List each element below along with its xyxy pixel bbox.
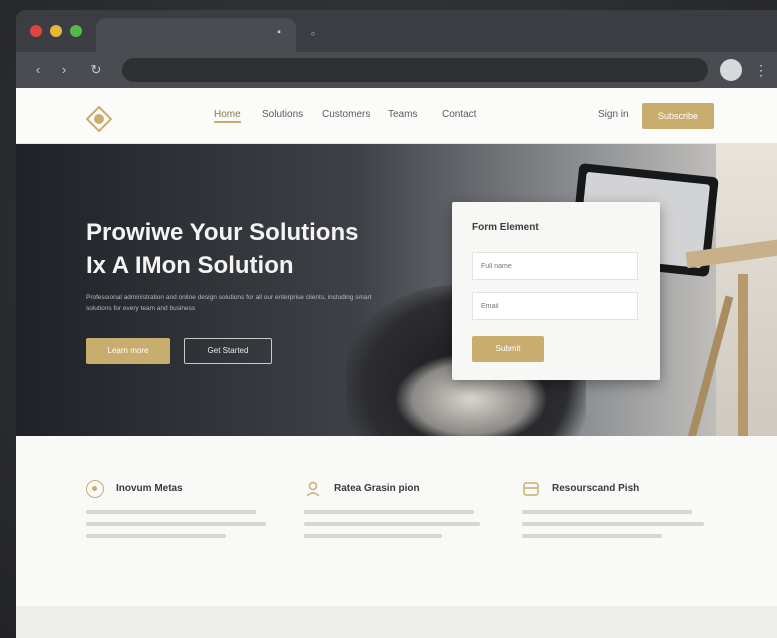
- browser-toolbar: ‹ › ↻ ⋮: [16, 52, 777, 88]
- minimize-window-button[interactable]: [50, 25, 62, 37]
- close-window-button[interactable]: [30, 25, 42, 37]
- nav-item-home[interactable]: Home: [214, 109, 241, 123]
- feature-card: Inovum Metas: [86, 480, 276, 580]
- contact-form-card: Form Element Submit: [452, 202, 660, 380]
- nav-item-teams[interactable]: Teams: [388, 109, 417, 123]
- footer-band: [16, 606, 777, 638]
- feature-title: Resourscand Pish: [552, 483, 640, 494]
- browser-window: ▪ ◦ ‹ › ↻ ⋮ Home Solutions Customers Tea…: [16, 10, 777, 638]
- browser-tab[interactable]: ▪: [96, 18, 296, 52]
- feature-card: Resourscand Pish: [522, 480, 712, 580]
- browser-menu-icon[interactable]: ⋮: [754, 60, 768, 80]
- hero-title: Prowiwe Your Solutions Ix A IMon Solutio…: [86, 219, 359, 279]
- back-icon[interactable]: ‹: [30, 62, 46, 78]
- tab-close-icon[interactable]: ▪: [274, 28, 284, 38]
- learn-more-button[interactable]: Learn more: [86, 338, 170, 364]
- new-tab-icon[interactable]: ◦: [306, 26, 320, 40]
- nav-item-customers[interactable]: Customers: [322, 109, 370, 123]
- desktop-background: ▪ ◦ ‹ › ↻ ⋮ Home Solutions Customers Tea…: [0, 0, 777, 638]
- reload-icon[interactable]: ↻: [88, 62, 104, 78]
- subscribe-button[interactable]: Subscribe: [642, 103, 714, 129]
- logo-icon[interactable]: [86, 106, 112, 132]
- feature-title: Inovum Metas: [116, 483, 183, 494]
- site-header: Home Solutions Customers Teams Contact S…: [16, 88, 777, 144]
- hero-section: Prowiwe Your Solutions Ix A IMon Solutio…: [16, 144, 777, 436]
- address-bar[interactable]: [122, 58, 708, 82]
- profile-avatar[interactable]: [720, 59, 742, 81]
- forward-icon[interactable]: ›: [56, 62, 72, 78]
- nav-item-contact[interactable]: Contact: [442, 109, 476, 123]
- form-title: Form Element: [472, 222, 539, 233]
- person-icon: [305, 481, 321, 498]
- get-started-button[interactable]: Get Started: [184, 338, 272, 364]
- feature-title: Ratea Grasin pion: [334, 483, 420, 494]
- nav-item-solutions[interactable]: Solutions: [262, 109, 303, 123]
- features-section: Inovum Metas Ratea Grasin pion Resoursca…: [16, 436, 777, 606]
- login-link[interactable]: Sign in: [598, 109, 629, 120]
- browser-tab-bar: ▪ ◦: [16, 10, 777, 52]
- box-icon: [523, 482, 539, 496]
- hero-subtitle: Professional administration and online d…: [86, 294, 372, 312]
- web-page: Home Solutions Customers Teams Contact S…: [16, 88, 777, 638]
- email-field[interactable]: [472, 292, 638, 320]
- feature-card: Ratea Grasin pion: [304, 480, 494, 580]
- maximize-window-button[interactable]: [70, 25, 82, 37]
- submit-button[interactable]: Submit: [472, 336, 544, 362]
- circle-icon: [86, 480, 104, 498]
- name-field[interactable]: [472, 252, 638, 280]
